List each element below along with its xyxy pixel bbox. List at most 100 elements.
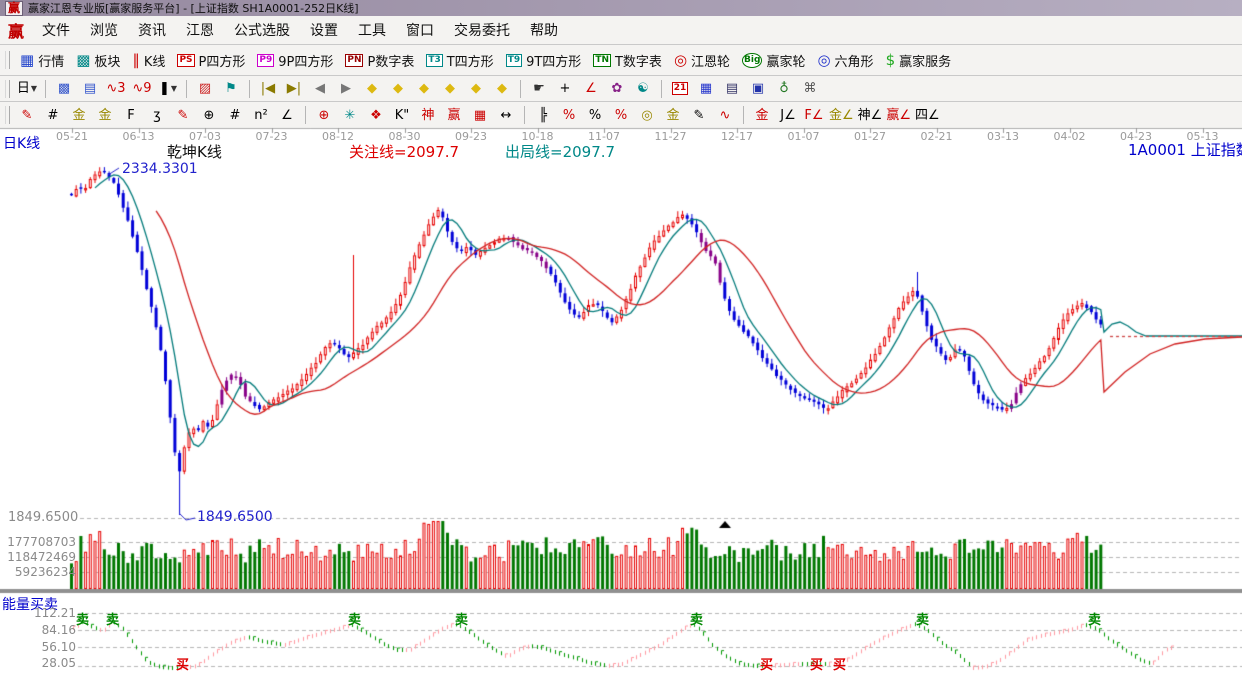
menu-formula-select[interactable]: 公式选股 <box>224 17 300 43</box>
winner-wheel-button[interactable]: Big赢家轮 <box>736 49 811 72</box>
grid-tool[interactable]: # <box>40 105 66 125</box>
info-document-icon-icon: ▤ <box>84 82 96 95</box>
flag-icon[interactable]: ⚑ <box>218 79 244 99</box>
zoom-out-h-diamond[interactable]: ◆ <box>437 79 463 99</box>
first-bar-button[interactable]: |◀ <box>255 79 281 99</box>
zoom-in-h-diamond[interactable]: ◆ <box>411 79 437 99</box>
save-icon[interactable]: ▣ <box>745 79 771 99</box>
n-square-tool[interactable]: n² <box>248 105 274 125</box>
p-square-button[interactable]: PSP四方形 <box>171 49 251 72</box>
network-chart-icon[interactable]: ▩ <box>51 79 77 99</box>
starburst-tool[interactable]: ✳ <box>337 105 363 125</box>
toolbar-drag-handle[interactable] <box>5 51 10 69</box>
title-bar[interactable]: 赢 赢家江恩专业版[赢家服务平台] - [上证指数 SH1A0001-252日K… <box>0 0 1242 16</box>
percent-red-tool[interactable]: % <box>556 105 582 125</box>
red-brush-tool[interactable]: ✎ <box>14 105 40 125</box>
last-bar-button[interactable]: ▶| <box>281 79 307 99</box>
gold-circle-tool[interactable]: ◎ <box>634 105 660 125</box>
menu-file[interactable]: 文件 <box>32 17 80 43</box>
menu-news[interactable]: 资讯 <box>128 17 176 43</box>
gann-wheel-button[interactable]: ◎江恩轮 <box>668 49 736 72</box>
menu-browse[interactable]: 浏览 <box>80 17 128 43</box>
quotes-button[interactable]: ▦行情 <box>14 49 70 72</box>
menu-trade[interactable]: 交易委托 <box>444 17 520 43</box>
zoom-in-all-diamond[interactable]: ◆ <box>463 79 489 99</box>
calendar-icon-icon: 21 <box>672 82 689 95</box>
percent-line-tool[interactable]: % <box>608 105 634 125</box>
p-number-button[interactable]: PNP数字表 <box>339 49 420 72</box>
menu-help[interactable]: 帮助 <box>520 17 568 43</box>
calendar-icon[interactable]: 21 <box>667 79 693 99</box>
menu-tools[interactable]: 工具 <box>348 17 396 43</box>
winner-service-button[interactable]: $赢家服务 <box>880 49 958 72</box>
crosshair-icon[interactable]: + <box>552 79 578 99</box>
t-square-button[interactable]: T3T四方形 <box>420 49 499 72</box>
hexagon-button[interactable]: ◎六角形 <box>811 49 879 72</box>
j-angle-tool[interactable]: J∠ <box>775 105 801 125</box>
pan-right-diamond[interactable]: ◆ <box>385 79 411 99</box>
molecule-icon[interactable]: ✿ <box>604 79 630 99</box>
sell-marker: 卖 <box>106 609 119 628</box>
gold-box-tool[interactable]: 金 <box>749 105 775 125</box>
four-angle-tool[interactable]: 四∠ <box>913 105 942 125</box>
9t-square-button[interactable]: T99T四方形 <box>500 49 588 72</box>
t-number-button[interactable]: TNT数字表 <box>587 49 668 72</box>
workstation-icon[interactable]: ⌘ <box>797 79 823 99</box>
wave-9-icon[interactable]: ∿9 <box>129 79 155 99</box>
menu-gann[interactable]: 江恩 <box>176 17 224 43</box>
toolbar-drag-handle[interactable] <box>5 106 10 124</box>
web-grid-tool[interactable]: ❖ <box>363 105 389 125</box>
spiral-grid-tool[interactable]: ʒ <box>144 105 170 125</box>
arrow-span-tool[interactable]: ↔ <box>493 105 519 125</box>
number-grid-tool[interactable]: ▦ <box>467 105 493 125</box>
date-label: 09-23 <box>451 130 491 143</box>
menu-settings[interactable]: 设置 <box>300 17 348 43</box>
9p-square-button[interactable]: P99P四方形 <box>251 49 339 72</box>
notebook-icon[interactable]: ▤ <box>719 79 745 99</box>
wave-percent-tool[interactable]: ∿ <box>712 105 738 125</box>
gold-grid2-tool[interactable]: 金 <box>92 105 118 125</box>
win-grid-tool[interactable]: 赢 <box>441 105 467 125</box>
zoom-out-h-diamond-icon: ◆ <box>445 82 455 95</box>
f-grid-tool[interactable]: F <box>118 105 144 125</box>
ink-tool[interactable]: ✎ <box>686 105 712 125</box>
percent-red-tool-icon: % <box>563 109 575 122</box>
angle-tool-icon[interactable]: ∠ <box>578 79 604 99</box>
k-wave-tool[interactable]: K" <box>389 105 415 125</box>
gold-line-tool[interactable]: 金 <box>660 105 686 125</box>
zoom-out-all-diamond[interactable]: ◆ <box>489 79 515 99</box>
compass-tool[interactable]: ⊕ <box>311 105 337 125</box>
f-angle-tool[interactable]: F∠ <box>801 105 827 125</box>
shen-grid-tool[interactable]: 神 <box>415 105 441 125</box>
brush-grid-tool[interactable]: ✎ <box>170 105 196 125</box>
first-bar-button-icon: |◀ <box>261 82 275 95</box>
gold-angle-tool[interactable]: 金∠ <box>827 105 856 125</box>
prev-bar-button[interactable]: ◀ <box>307 79 333 99</box>
gold-grid-tool[interactable]: 金 <box>66 105 92 125</box>
candle-style-dropdown[interactable]: ❚▼ <box>155 79 181 99</box>
period-day-dropdown[interactable]: 日▼ <box>14 79 40 99</box>
hand-pan-icon[interactable]: ☛ <box>526 79 552 99</box>
price-scale-tool[interactable]: ╠ <box>530 105 556 125</box>
menu-window[interactable]: 窗口 <box>396 17 444 43</box>
wave-3-icon[interactable]: ∿3 <box>103 79 129 99</box>
gann-pattern-icon[interactable]: ▨ <box>192 79 218 99</box>
spiral-icon[interactable]: ☯ <box>630 79 656 99</box>
shen-angle-tool[interactable]: 神∠ <box>856 105 885 125</box>
next-bar-button[interactable]: ▶ <box>333 79 359 99</box>
win-angle-tool[interactable]: 赢∠ <box>884 105 913 125</box>
calculator-icon[interactable]: ▦ <box>693 79 719 99</box>
pan-left-diamond[interactable]: ◆ <box>359 79 385 99</box>
network-icon[interactable]: ♁ <box>771 79 797 99</box>
sectors-button[interactable]: ▩板块 <box>70 49 126 72</box>
info-document-icon[interactable]: ▤ <box>77 79 103 99</box>
kline-button[interactable]: ∥K线 <box>126 49 171 72</box>
main-chart-canvas[interactable] <box>0 127 1242 671</box>
circle-grid-tool[interactable]: ⊕ <box>196 105 222 125</box>
toolbar-drag-handle[interactable] <box>5 80 10 98</box>
angle-mirror-tool[interactable]: ∠ <box>274 105 300 125</box>
percent-tool[interactable]: % <box>582 105 608 125</box>
ruler-grid-tool[interactable]: # <box>222 105 248 125</box>
spiral-grid-tool-icon: ʒ <box>153 109 161 122</box>
buy-marker: 买 <box>810 654 823 673</box>
